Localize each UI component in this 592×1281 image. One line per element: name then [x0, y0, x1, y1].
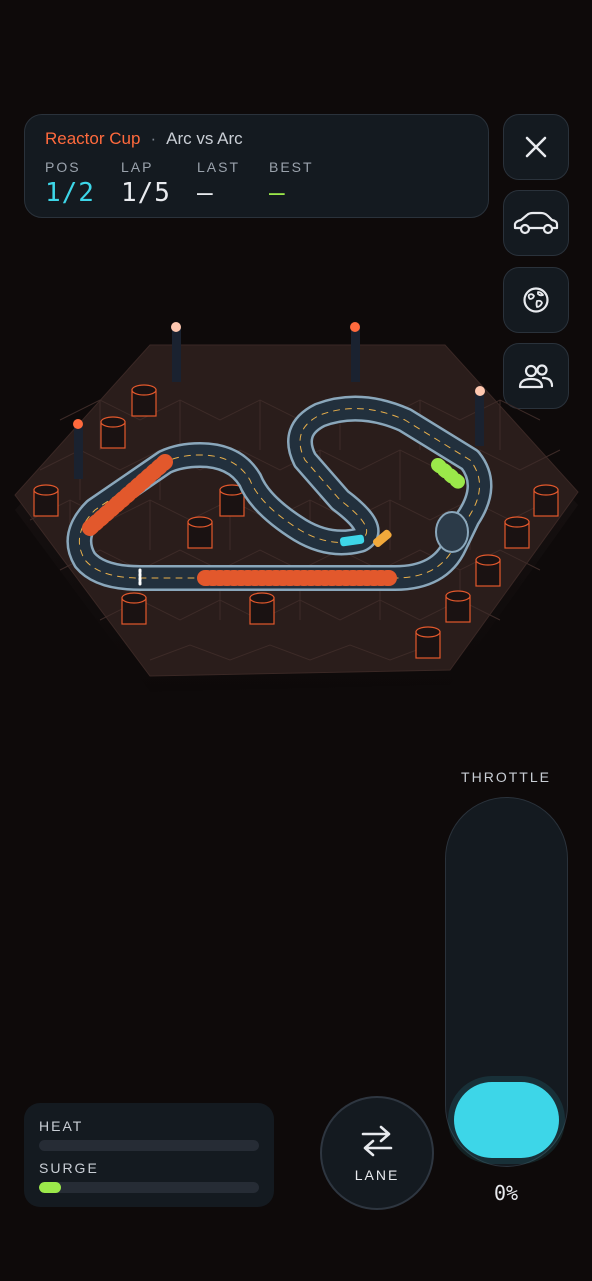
- stat-value: 1/2: [45, 178, 95, 208]
- lane-change-button[interactable]: LANE: [320, 1096, 434, 1210]
- heat-label: HEAT: [39, 1118, 84, 1134]
- car-icon: [513, 211, 559, 235]
- swap-arrows-icon: [361, 1125, 393, 1157]
- race-name: Reactor Cup: [45, 129, 141, 148]
- stat-value: 1/5: [121, 178, 171, 208]
- stat-value: —: [197, 178, 214, 208]
- stat-last: LAST —: [197, 159, 240, 208]
- stat-value: —: [269, 178, 286, 208]
- race-track-scene: [14, 322, 579, 692]
- throttle-value: 0%: [493, 1181, 519, 1205]
- close-button[interactable]: [503, 114, 569, 180]
- meters-panel: HEAT SURGE: [24, 1103, 274, 1207]
- surge-label: SURGE: [39, 1160, 99, 1176]
- heat-bar: [39, 1140, 259, 1151]
- throttle-slider[interactable]: [445, 797, 568, 1167]
- race-hud: Reactor Cup · Arc vs Arc POS 1/2 LAP 1/5 L…: [24, 114, 489, 218]
- surge-bar: [39, 1182, 259, 1193]
- stat-label: LAP: [121, 159, 154, 175]
- car-select-button[interactable]: [503, 190, 569, 256]
- stat-label: POS: [45, 159, 81, 175]
- throttle-label: THROTTLE: [461, 769, 551, 785]
- race-mode: Arc vs Arc: [166, 129, 243, 148]
- stat-label: LAST: [197, 159, 241, 175]
- close-icon: [525, 136, 547, 158]
- stat-label: BEST: [269, 159, 314, 175]
- stat-best: BEST —: [269, 159, 314, 208]
- stat-position: POS 1/2: [45, 159, 95, 208]
- race-title: Reactor Cup · Arc vs Arc: [45, 129, 243, 149]
- title-separator: ·: [150, 129, 157, 148]
- lane-label: LANE: [354, 1167, 400, 1183]
- stat-lap: LAP 1/5: [121, 159, 171, 208]
- throttle-handle[interactable]: [454, 1082, 559, 1158]
- surge-fill: [39, 1182, 61, 1193]
